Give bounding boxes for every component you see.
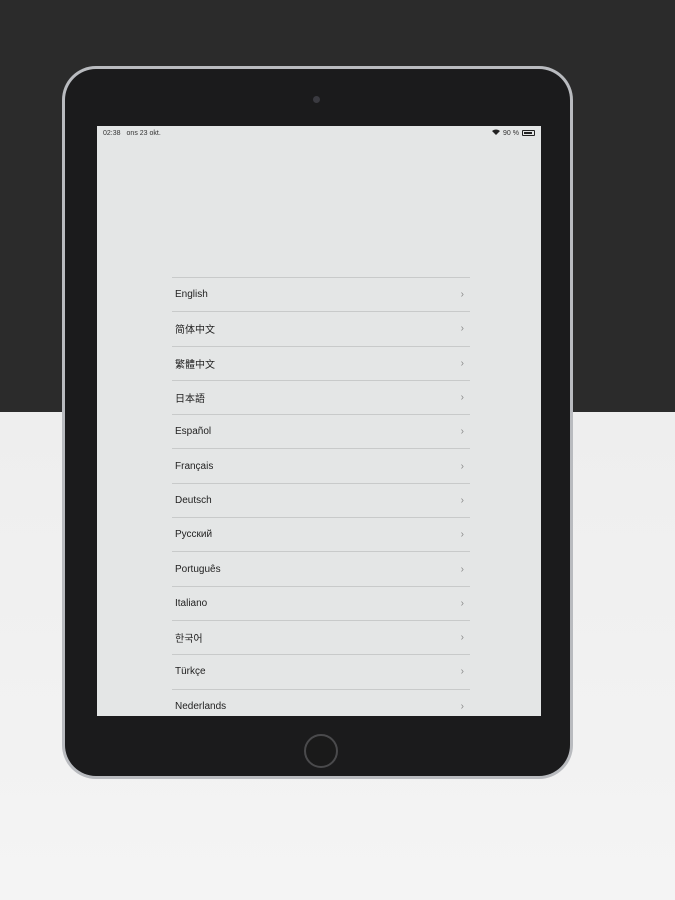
language-label: Español — [175, 426, 212, 438]
bezel: 02:38 ons 23 okt. 90 % English › 简体中文 › 繁體中文… — [65, 69, 570, 776]
chevron-right-icon: › — [460, 529, 464, 541]
battery-icon — [522, 130, 535, 136]
language-label: Italiano — [175, 597, 208, 609]
language-item[interactable]: Español › — [172, 415, 470, 450]
language-label: Deutsch — [175, 494, 212, 506]
ipad-device: 02:38 ons 23 okt. 90 % English › 简体中文 › 繁體中文… — [62, 66, 573, 779]
status-bar: 02:38 ons 23 okt. 90 % — [97, 126, 541, 140]
language-item[interactable]: 简体中文 › — [172, 312, 470, 347]
chevron-right-icon: › — [460, 597, 464, 609]
home-button[interactable] — [304, 734, 338, 768]
chevron-right-icon: › — [460, 357, 464, 369]
language-label: Русский — [175, 529, 213, 541]
language-item[interactable]: 한국어 › — [172, 621, 470, 656]
language-list: English › 简体中文 › 繁體中文 › 日本語 › Español › Français › D… — [172, 277, 470, 716]
screen: 02:38 ons 23 okt. 90 % English › 简体中文 › 繁體中文… — [97, 126, 541, 716]
language-label: 繁體中文 — [175, 359, 215, 371]
language-label: 简体中文 — [175, 325, 215, 337]
chevron-right-icon: › — [460, 392, 464, 404]
status-date: ons 23 okt. — [126, 129, 161, 137]
language-item[interactable]: Türkçe › — [172, 655, 470, 690]
chevron-right-icon: › — [460, 460, 464, 472]
language-item[interactable]: English › — [172, 278, 470, 313]
language-item[interactable]: 繁體中文 › — [172, 347, 470, 381]
chevron-right-icon: › — [460, 666, 464, 678]
language-item[interactable]: Português › — [172, 552, 470, 587]
language-label: Français — [175, 460, 214, 472]
battery-percent: 90 % — [503, 129, 519, 137]
language-item[interactable]: Nederlands › — [172, 690, 470, 716]
language-label: 日本語 — [175, 394, 205, 406]
wifi-icon — [492, 129, 501, 137]
chevron-right-icon: › — [460, 289, 464, 301]
status-time: 02:38 — [103, 129, 121, 137]
language-label: 한국어 — [175, 634, 203, 646]
camera-icon — [313, 96, 320, 103]
language-item[interactable]: Deutsch › — [172, 484, 470, 519]
language-label: Türkçe — [175, 666, 206, 678]
language-item[interactable]: 日本語 › — [172, 381, 470, 416]
language-label: English — [175, 289, 208, 301]
chevron-right-icon: › — [460, 563, 464, 575]
language-item[interactable]: Français › — [172, 449, 470, 484]
chevron-right-icon: › — [460, 494, 464, 506]
language-label: Nederlands — [175, 700, 227, 712]
chevron-right-icon: › — [460, 323, 464, 335]
language-item[interactable]: Русский › — [172, 518, 470, 553]
chevron-right-icon: › — [460, 426, 464, 438]
chevron-right-icon: › — [460, 700, 464, 712]
chevron-right-icon: › — [460, 632, 464, 644]
language-label: Português — [175, 563, 221, 575]
language-item[interactable]: Italiano › — [172, 587, 470, 621]
